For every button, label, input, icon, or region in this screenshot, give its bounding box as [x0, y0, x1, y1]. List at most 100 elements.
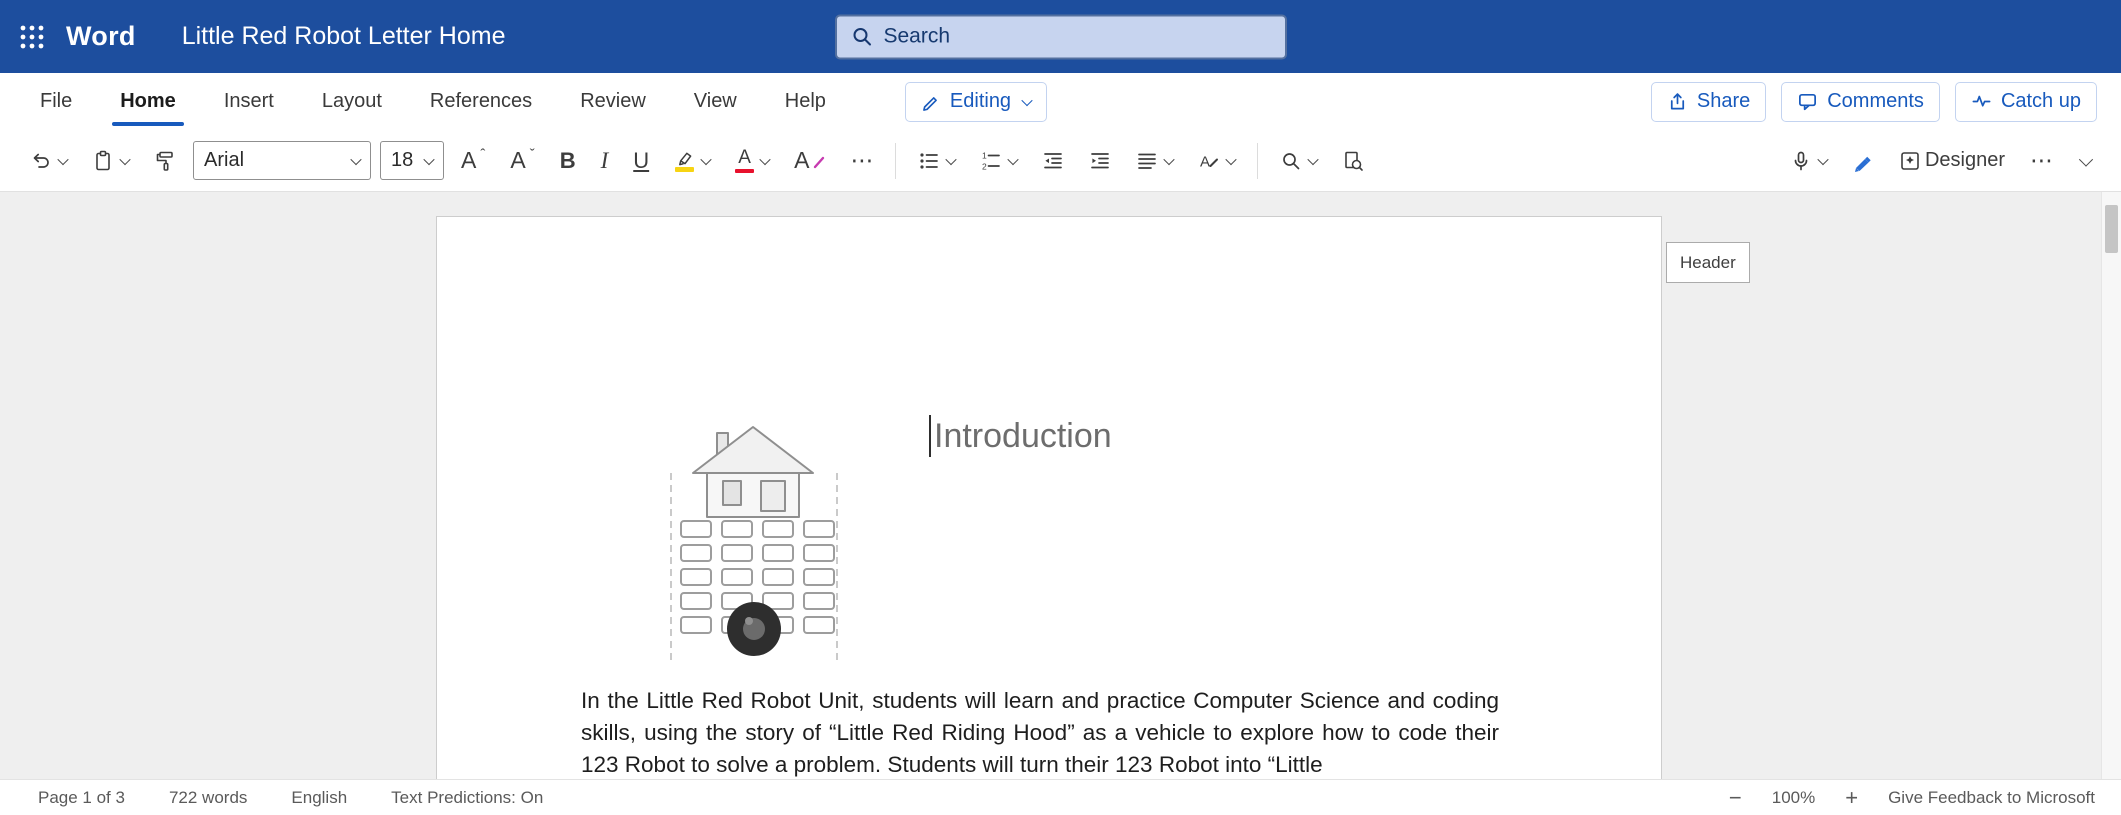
styles-icon: A — [1198, 150, 1220, 172]
align-justify-icon — [1136, 150, 1158, 172]
designer-button[interactable]: Designer — [1891, 142, 2013, 179]
heading-text: Introduction — [934, 417, 1112, 456]
app-launcher-button[interactable] — [0, 0, 64, 73]
toolbar-divider — [1257, 143, 1258, 179]
zoom-level[interactable]: 100% — [1772, 788, 1815, 808]
outdent-icon — [1042, 150, 1064, 172]
scrollbar-thumb[interactable] — [2105, 205, 2118, 253]
chevron-down-icon — [57, 153, 68, 164]
italic-button[interactable]: I — [593, 142, 617, 179]
find-button[interactable] — [1272, 143, 1325, 179]
tab-help[interactable]: Help — [761, 73, 850, 130]
ellipsis-icon: ⋯ — [850, 149, 873, 172]
document-page[interactable]: Introduction In the Little Red Robot Uni… — [436, 216, 1662, 779]
ellipsis-icon: ⋯ — [2030, 149, 2053, 172]
grow-font-button[interactable]: A ˆ — [453, 142, 493, 179]
undo-button[interactable] — [22, 143, 75, 179]
vertical-scrollbar[interactable] — [2101, 192, 2121, 779]
zoom-in-button[interactable]: + — [1845, 787, 1858, 809]
tab-review[interactable]: Review — [556, 73, 670, 130]
feedback-link[interactable]: Give Feedback to Microsoft — [1888, 788, 2095, 808]
tab-view[interactable]: View — [670, 73, 761, 130]
pencil-icon — [921, 92, 941, 112]
bold-icon: B — [560, 150, 576, 172]
search-box[interactable] — [835, 14, 1287, 59]
app-name[interactable]: Word — [66, 21, 136, 52]
tab-file[interactable]: File — [16, 73, 96, 130]
chevron-down-icon — [946, 153, 957, 164]
text-cursor — [929, 415, 931, 457]
toolbar-divider — [895, 143, 896, 179]
decrease-indent-button[interactable] — [1034, 143, 1072, 179]
catch-up-button[interactable]: Catch up — [1955, 82, 2097, 122]
page-count[interactable]: Page 1 of 3 — [38, 788, 125, 808]
shrink-font-button[interactable]: A ˇ — [502, 142, 542, 179]
text-predictions-toggle[interactable]: Text Predictions: On — [391, 788, 543, 808]
clear-formatting-icon: A — [794, 149, 809, 172]
document-image[interactable] — [665, 415, 843, 667]
bulleted-list-icon — [918, 150, 940, 172]
tab-layout[interactable]: Layout — [298, 73, 406, 130]
zoom-out-button[interactable]: − — [1729, 787, 1742, 809]
chevron-down-icon — [350, 153, 361, 164]
comments-button[interactable]: Comments — [1781, 82, 1940, 122]
chevron-down-icon — [1164, 153, 1175, 164]
highlight-color-button[interactable] — [666, 143, 718, 179]
numbering-button[interactable]: 1 2 — [972, 143, 1025, 179]
header-label: Header — [1666, 242, 1750, 283]
more-formatting-button[interactable]: ⋯ — [842, 142, 881, 179]
bold-button[interactable]: B — [552, 143, 584, 179]
format-painter-button[interactable] — [146, 143, 184, 179]
document-title[interactable]: Little Red Robot Letter Home — [182, 22, 506, 51]
dictate-button[interactable] — [1782, 143, 1835, 179]
top-app-bar: Word Little Red Robot Letter Home — [0, 0, 2121, 73]
indent-icon — [1089, 150, 1111, 172]
editor-button[interactable] — [1844, 143, 1882, 179]
share-button[interactable]: Share — [1651, 82, 1766, 122]
share-icon — [1667, 91, 1688, 112]
tab-references[interactable]: References — [406, 73, 556, 130]
document-paragraph: In the Little Red Robot Unit, students w… — [581, 685, 1499, 779]
status-left: Page 1 of 3 722 words English Text Predi… — [38, 788, 543, 808]
designer-label: Designer — [1925, 149, 2005, 172]
share-label: Share — [1697, 90, 1750, 113]
magnifier-icon — [1280, 150, 1302, 172]
paste-button[interactable] — [84, 143, 137, 179]
editing-mode-button[interactable]: Editing — [905, 82, 1047, 122]
collapse-ribbon-button[interactable] — [2070, 149, 2099, 173]
document-search-button[interactable] — [1334, 143, 1372, 179]
toolbar-overflow-button[interactable]: ⋯ — [2022, 142, 2061, 179]
align-button[interactable] — [1128, 143, 1181, 179]
catch-up-label: Catch up — [2001, 90, 2081, 113]
styles-button[interactable]: A — [1190, 143, 1243, 179]
underline-button[interactable]: U — [625, 143, 657, 179]
font-name-select[interactable]: Arial — [193, 141, 371, 180]
chevron-down-icon — [1021, 94, 1032, 105]
status-right: − 100% + Give Feedback to Microsoft — [1729, 787, 2095, 809]
status-bar: Page 1 of 3 722 words English Text Predi… — [0, 779, 2121, 815]
house-robot-sketch — [665, 415, 843, 667]
chevron-down-icon — [1308, 153, 1319, 164]
bullets-button[interactable] — [910, 143, 963, 179]
font-color-button[interactable]: A — [727, 141, 777, 180]
comments-label: Comments — [1827, 90, 1924, 113]
grow-font-icon: A — [461, 149, 476, 172]
document-heading: Introduction — [929, 415, 1112, 457]
page-search-icon — [1342, 150, 1364, 172]
numbered-list-icon: 1 2 — [980, 150, 1002, 172]
chevron-down-icon — [1008, 153, 1019, 164]
svg-text:A: A — [1200, 153, 1210, 170]
word-count[interactable]: 722 words — [169, 788, 247, 808]
language-indicator[interactable]: English — [291, 788, 347, 808]
microphone-icon — [1790, 150, 1812, 172]
shrink-font-icon: A — [510, 149, 525, 172]
font-name-value: Arial — [204, 149, 244, 172]
search-input[interactable] — [884, 25, 1271, 49]
chevron-down-icon — [1817, 153, 1828, 164]
tab-home[interactable]: Home — [96, 73, 200, 130]
font-size-select[interactable]: 18 — [380, 141, 444, 180]
increase-indent-button[interactable] — [1081, 143, 1119, 179]
tab-insert[interactable]: Insert — [200, 73, 298, 130]
chevron-down-icon — [700, 153, 711, 164]
clear-formatting-button[interactable]: A — [786, 142, 833, 179]
